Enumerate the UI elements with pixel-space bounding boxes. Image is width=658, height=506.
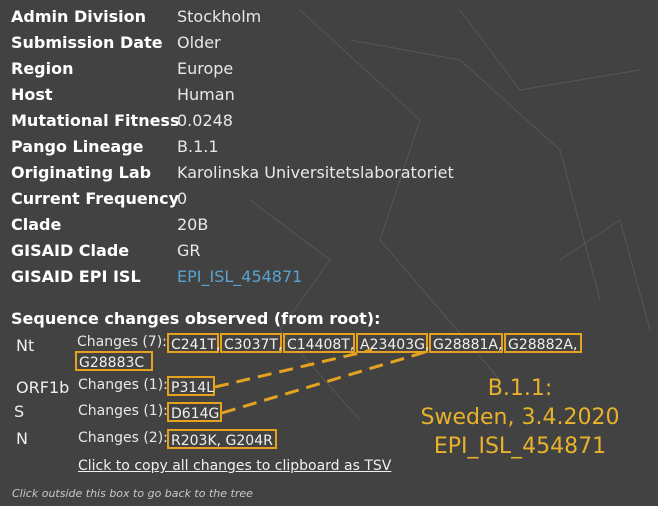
annotation-line-location-date: Sweden, 3.4.2020 <box>420 405 620 430</box>
info-key: Admin Division <box>11 7 147 26</box>
info-key: GISAID EPI ISL <box>11 267 141 286</box>
info-key: Submission Date <box>11 33 163 52</box>
close-hint: Click outside this box to go back to the… <box>12 487 253 500</box>
lineage-annotation: B.1.1: Sweden, 3.4.2020 EPI_ISL_454871 <box>410 374 630 461</box>
mutation-g28881a: G28881A, <box>429 333 503 353</box>
annotation-line-epi: EPI_ISL_454871 <box>433 434 607 459</box>
info-value: GR <box>177 241 201 260</box>
info-key: Originating Lab <box>11 163 152 182</box>
mutation-a23403g: A23403G, <box>356 333 429 353</box>
changes-count-nt: Changes (7): <box>77 334 167 350</box>
sequence-changes-title: Sequence changes observed (from root): <box>11 309 381 328</box>
info-value: 0.0248 <box>177 111 233 130</box>
info-value: Older <box>177 33 221 52</box>
info-key: GISAID Clade <box>11 241 130 260</box>
gene-label-s: S <box>14 402 25 421</box>
info-value: Europe <box>177 59 234 78</box>
mutation-r203k-g204r: R203K, G204R <box>167 429 277 449</box>
info-key: Clade <box>11 215 62 234</box>
epi-isl-link[interactable]: EPI_ISL_454871 <box>177 265 302 289</box>
gene-label-orf1b: ORF1b <box>16 378 70 397</box>
mutation-d614g: D614G <box>167 402 222 422</box>
copy-changes-tsv-link[interactable]: Click to copy all changes to clipboard a… <box>78 458 391 474</box>
mutation-c241t: C241T, <box>167 333 221 353</box>
annotation-line-lineage: B.1.1: <box>487 376 553 401</box>
mutation-g28883c: G28883C <box>75 351 153 371</box>
mutation-c14408t: C14408T, <box>283 333 355 353</box>
info-value: 0 <box>177 189 188 208</box>
info-value: Karolinska Universitetslaboratoriet <box>177 163 454 182</box>
gene-label-nt: Nt <box>16 336 35 355</box>
changes-count-orf1b: Changes (1): <box>78 377 168 393</box>
changes-count-s: Changes (1): <box>78 403 168 419</box>
mutation-c3037t: C3037T, <box>220 333 282 353</box>
info-key: Pango Lineage <box>11 137 144 156</box>
info-key: Region <box>11 59 74 78</box>
mutation-p314l: P314L <box>167 376 215 396</box>
info-key: Host <box>11 85 53 104</box>
gene-label-n: N <box>16 429 28 448</box>
changes-count-n: Changes (2): <box>78 430 168 446</box>
info-key: Current Frequency <box>11 189 180 208</box>
info-value: Human <box>177 85 235 104</box>
info-value: Stockholm <box>177 7 262 26</box>
info-value: B.1.1 <box>177 137 219 156</box>
info-key: Mutational Fitness <box>11 111 180 130</box>
mutation-g28882a: G28882A, <box>504 333 582 353</box>
info-value: 20B <box>177 215 209 234</box>
